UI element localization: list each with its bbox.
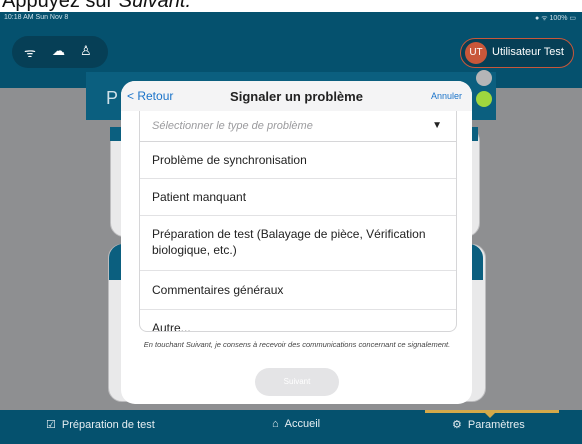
modal-header: < Retour Signaler un problème Annuler — [121, 81, 472, 111]
option-commentaires[interactable]: Commentaires généraux — [140, 271, 456, 310]
clipboard-check-icon: ☑ — [46, 419, 56, 431]
option-label: Préparation de test (Balayage de pièce, … — [152, 227, 426, 257]
nav-accueil[interactable]: ⌂ Accueil — [272, 418, 320, 430]
user-menu-button[interactable]: UT Utilisateur Test — [460, 38, 574, 68]
nav-preparation-test[interactable]: ☑ Préparation de test — [46, 418, 155, 431]
option-autre[interactable]: Autre... — [140, 310, 456, 332]
app-screen: 10:18 AM Sun Nov 8 ● ᯤ 100% ▭ ᯤ ☁ ♙ UT U… — [0, 12, 582, 444]
problem-type-dropdown: Sélectionner le type de problème ▼ Probl… — [139, 111, 457, 332]
caption-prefix: Appuyez sur — [2, 0, 119, 12]
caption-emphasis: Suivant. — [118, 0, 191, 12]
home-icon: ⌂ — [272, 418, 279, 430]
page-title-initial: P — [106, 88, 119, 108]
avatar: UT — [465, 42, 487, 64]
option-label: Problème de synchronisation — [152, 153, 307, 167]
report-problem-modal: < Retour Signaler un problème Annuler Sé… — [121, 81, 472, 404]
user-name: Utilisateur Test — [492, 46, 564, 58]
option-label: Autre... — [152, 321, 191, 332]
person-icon: ♙ — [80, 43, 92, 58]
gear-icon: ⚙ — [452, 419, 462, 431]
instruction-caption: Appuyez sur Suivant. — [0, 0, 582, 12]
select-placeholder: Sélectionner le type de problème — [152, 120, 313, 132]
submit-button[interactable]: Suivant — [255, 368, 339, 396]
battery-level: 100% — [549, 15, 568, 22]
connectivity-icons: ᯤ ☁ ♙ — [12, 36, 108, 68]
status-time: 10:18 AM Sun Nov 8 — [4, 14, 69, 21]
modal-title: Signaler un problème — [230, 89, 363, 104]
option-preparation-test[interactable]: Préparation de test (Balayage de pièce, … — [140, 216, 456, 271]
problem-type-select[interactable]: Sélectionner le type de problème ▼ — [140, 111, 456, 142]
nav-parametres[interactable]: ⚙ Paramètres — [452, 418, 525, 431]
cancel-button[interactable]: Annuler — [431, 91, 462, 101]
option-label: Commentaires généraux — [152, 283, 284, 297]
wifi-icon: ᯤ — [24, 45, 36, 60]
status-battery: ● ᯤ 100% ▭ — [535, 15, 576, 22]
bottom-nav: ☑ Préparation de test ⌂ Accueil ⚙ Paramètre… — [0, 410, 582, 444]
nav-label: Accueil — [284, 418, 321, 430]
nav-label: Préparation de test — [61, 419, 155, 431]
status-bar: 10:18 AM Sun Nov 8 ● ᯤ 100% ▭ — [0, 12, 582, 32]
dropdown-arrow-icon: ▼ — [432, 120, 442, 131]
toggle-grey-icon[interactable] — [476, 70, 492, 86]
cloud-upload-icon: ☁ — [52, 43, 65, 58]
option-label: Patient manquant — [152, 190, 247, 204]
consent-text: En touchant Suivant, je consens à recevo… — [143, 340, 451, 349]
nav-label: Paramètres — [467, 419, 525, 431]
toggle-green-icon[interactable] — [476, 91, 492, 107]
option-synchronisation[interactable]: Problème de synchronisation — [140, 142, 456, 179]
option-patient-manquant[interactable]: Patient manquant — [140, 179, 456, 216]
